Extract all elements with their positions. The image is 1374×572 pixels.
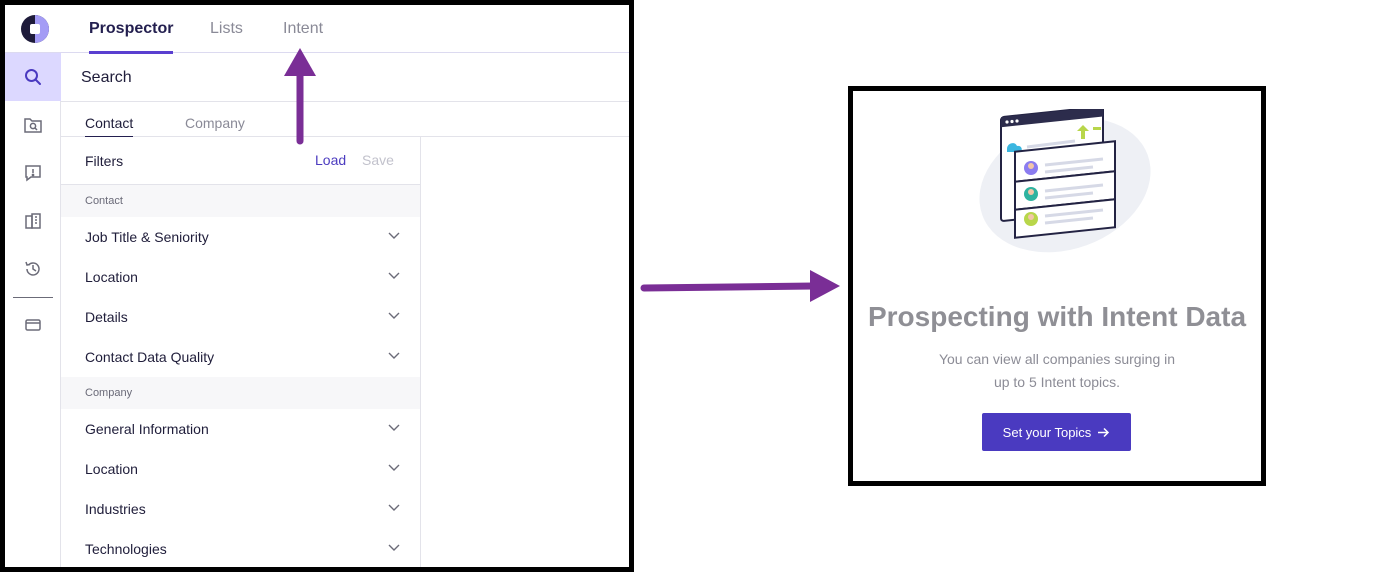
set-topics-button[interactable]: Set your Topics xyxy=(982,413,1131,451)
chevron-down-icon xyxy=(388,424,400,431)
sidebar-divider xyxy=(13,297,53,298)
filter-industries[interactable]: Industries xyxy=(61,489,420,529)
chevron-down-icon xyxy=(388,504,400,511)
alert-message-icon[interactable] xyxy=(5,149,61,197)
app-logo[interactable] xyxy=(21,15,49,43)
filters-panel: Filters Load Save Contact Job Title & Se… xyxy=(61,137,421,567)
filter-label: Details xyxy=(85,309,128,325)
top-navigation-bar: Prospector Lists Intent xyxy=(5,5,629,54)
buildings-icon[interactable] xyxy=(5,197,61,245)
intent-title: Prospecting with Intent Data xyxy=(867,301,1247,332)
arrow-right-icon xyxy=(1098,427,1110,437)
chevron-down-icon xyxy=(388,312,400,319)
filter-label: General Information xyxy=(85,421,209,437)
search-sub-tabs: Contact Company xyxy=(61,102,629,138)
filter-contact-data-quality[interactable]: Contact Data Quality xyxy=(61,337,420,377)
filter-company-location[interactable]: Location xyxy=(61,449,420,489)
chevron-down-icon xyxy=(388,544,400,551)
chevron-down-icon xyxy=(388,272,400,279)
sidebar-rail xyxy=(5,53,61,567)
history-icon[interactable] xyxy=(5,245,61,293)
filter-label: Location xyxy=(85,461,138,477)
filter-label: Industries xyxy=(85,501,146,517)
arrow-right-to-intent-card xyxy=(640,270,840,302)
filters-title: Filters xyxy=(85,153,124,169)
filters-header: Filters Load Save xyxy=(61,137,420,185)
wallet-icon[interactable] xyxy=(5,301,61,349)
filter-label: Contact Data Quality xyxy=(85,349,215,365)
filter-contact-location[interactable]: Location xyxy=(61,257,420,297)
set-topics-label: Set your Topics xyxy=(1002,424,1092,440)
filter-label: Job Title & Seniority xyxy=(85,229,209,245)
filter-label: Location xyxy=(85,269,138,285)
intent-empty-state-card: Prospecting with Intent Data You can vie… xyxy=(848,86,1266,486)
save-filters-button[interactable]: Save xyxy=(362,152,394,168)
tab-intent[interactable]: Intent xyxy=(283,20,323,38)
search-header: Search xyxy=(61,53,629,102)
filter-general-information[interactable]: General Information xyxy=(61,409,420,449)
filter-technologies[interactable]: Technologies xyxy=(61,529,420,567)
page-title: Search xyxy=(81,69,132,86)
intent-description: You can view all companies surging in up… xyxy=(938,351,1176,390)
chevron-down-icon xyxy=(388,232,400,239)
filter-details[interactable]: Details xyxy=(61,297,420,337)
load-filters-button[interactable]: Load xyxy=(315,152,346,168)
section-label-contact: Contact xyxy=(61,185,420,217)
filter-label: Technologies xyxy=(85,541,167,557)
filter-job-title-seniority[interactable]: Job Title & Seniority xyxy=(61,217,420,257)
intent-illustration xyxy=(979,109,1151,253)
chevron-down-icon xyxy=(388,352,400,359)
folder-search-icon[interactable] xyxy=(5,101,61,149)
app-window: Prospector Lists Intent Search Contact C… xyxy=(0,0,634,572)
tab-prospector[interactable]: Prospector xyxy=(89,20,174,54)
section-label-company: Company xyxy=(61,377,420,409)
search-icon[interactable] xyxy=(5,53,61,101)
chevron-down-icon xyxy=(388,464,400,471)
tab-company[interactable]: Company xyxy=(185,115,245,131)
tab-contact[interactable]: Contact xyxy=(85,115,134,138)
tab-lists[interactable]: Lists xyxy=(210,20,243,38)
